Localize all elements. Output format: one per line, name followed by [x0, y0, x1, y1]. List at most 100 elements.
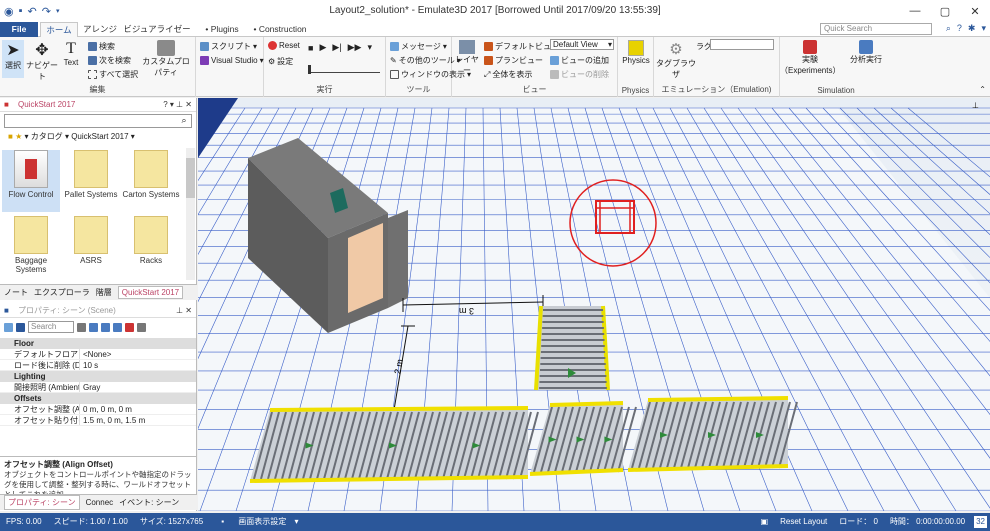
catalog-search-input[interactable]: ⌕ [4, 114, 192, 128]
text-button[interactable]: T Text [60, 40, 82, 67]
slider-thumb[interactable] [308, 65, 311, 74]
property-row[interactable]: デフォルトフロア (Default<None> [0, 349, 196, 360]
quick-search-input[interactable]: Quick Search [820, 23, 932, 35]
search-button[interactable]: 検索 [88, 41, 115, 52]
property-value[interactable]: 0 m, 0 m, 0 m [80, 404, 132, 414]
settings-icon[interactable]: ✱ [968, 23, 976, 34]
property-value[interactable]: <None> [80, 349, 111, 359]
catalog-item-carton-systems[interactable]: Carton Systems [122, 150, 180, 199]
property-row[interactable]: ロード後に削除 (Delete10 s [0, 360, 196, 371]
fast-forward-icon[interactable]: ▶▶ [348, 42, 362, 53]
settings-button[interactable]: ⚙ 設定 [268, 56, 293, 67]
horizontal-conveyors[interactable] [249, 396, 798, 483]
toolbar-icon-3[interactable] [101, 322, 110, 332]
property-value[interactable]: Gray [80, 382, 100, 392]
layer-button[interactable]: レイヤー [454, 40, 480, 76]
tab-file[interactable]: File [0, 22, 38, 37]
step-icon[interactable]: ▶| [332, 42, 341, 53]
default-view-button[interactable]: デフォルトビュー [484, 41, 559, 52]
catalog-item-baggage-systems[interactable]: Baggage Systems [2, 216, 60, 274]
tab-home[interactable]: ホーム [40, 22, 78, 37]
tab-hierarchy[interactable]: 階層 [96, 287, 112, 298]
reset-button[interactable]: Reset [268, 41, 300, 50]
tab-plugins[interactable]: • Plugins [200, 22, 244, 37]
physics-button[interactable]: Physics [620, 40, 652, 65]
ribbon-options-icon[interactable]: ▾ [981, 23, 986, 34]
visual-studio-button[interactable]: Visual Studio ▾ [200, 56, 264, 65]
layout-icon[interactable]: ▣ [755, 513, 775, 531]
pin-icon[interactable]: ? ▾ ⊥ ✕ [163, 98, 192, 112]
catalog-item-pallet-systems[interactable]: Pallet Systems [62, 150, 120, 199]
pin-icon[interactable]: ⊥ ✕ [176, 304, 192, 318]
search-icon[interactable]: ⌕ [177, 115, 191, 127]
distributed-run-button[interactable]: 分析実行 [842, 40, 890, 65]
minimize-icon[interactable]: — [900, 0, 930, 22]
catalog-label[interactable]: カタログ [31, 132, 63, 141]
experiments-button[interactable]: 実験（Experiments） [780, 40, 840, 76]
close-icon[interactable]: ✕ [960, 0, 990, 22]
message-button[interactable]: メッセージ ▾ [390, 41, 447, 52]
toolbar-icon-6[interactable] [137, 322, 146, 332]
delete-view-button[interactable]: ビューの削除 [550, 69, 609, 80]
other-tools-button[interactable]: ✎ その他のツール ▾ [390, 55, 461, 66]
toolbar-icon-5[interactable] [125, 322, 134, 332]
categorized-icon[interactable] [4, 322, 13, 332]
catalog-item-flow-control[interactable]: Flow Control [2, 150, 60, 212]
navigate-button[interactable]: ✥ ナビゲート [26, 40, 58, 82]
properties-search-input[interactable]: Search [28, 321, 74, 333]
property-row[interactable]: オフセット貼り付け (Paste1.5 m, 0 m, 1.5 m [0, 415, 196, 426]
tab-notes[interactable]: ノート [4, 287, 28, 298]
star-icon[interactable]: ★ [15, 132, 22, 141]
search-icon[interactable]: ⌕ [946, 23, 951, 34]
search-next-button[interactable]: 次を検索 [88, 55, 131, 66]
tab-arrange[interactable]: アレンジ [80, 22, 120, 37]
toolbar-icon-4[interactable] [113, 322, 122, 332]
run-dropdown-icon[interactable]: ▾ [367, 42, 372, 53]
view-select[interactable]: Default View ▾ [550, 39, 614, 50]
stop-icon[interactable]: ■ [308, 43, 313, 53]
tab-quickstart[interactable]: QuickStart 2017 [117, 286, 184, 299]
tab-construction[interactable]: • Construction [250, 22, 310, 37]
reset-layout-button[interactable]: Reset Layout [774, 513, 833, 531]
property-row[interactable]: 間接照明 (Ambient LigGray [0, 382, 196, 393]
custom-property-button[interactable]: カスタムプロパティ [140, 40, 192, 78]
script-button[interactable]: スクリプト ▾ [200, 41, 257, 52]
tab-connections[interactable]: Connec [86, 498, 114, 507]
catalog-item-racks[interactable]: Racks [122, 216, 180, 265]
property-value[interactable]: 10 s [80, 360, 98, 370]
ribbon-collapse-icon[interactable]: ⌃ [979, 85, 986, 94]
property-section[interactable]: Floor [0, 338, 196, 349]
toolbar-icon-1[interactable] [77, 322, 86, 332]
catalog-scrollbar[interactable] [186, 148, 195, 280]
sort-icon[interactable] [16, 322, 25, 332]
tab-properties[interactable]: プロパティ: シーン [4, 495, 80, 510]
scrollbar-thumb[interactable] [186, 158, 195, 198]
vertical-conveyor[interactable] [534, 305, 610, 391]
property-row[interactable]: オフセット調整 (Align O0 m, 0 m, 0 m [0, 404, 196, 415]
catalog-item-asrs[interactable]: ASRS [62, 216, 120, 265]
display-settings-button[interactable]: ▪ 画面表示設定 ▾ [209, 513, 304, 531]
toolbar-icon-2[interactable] [89, 322, 98, 332]
tag-browser-button[interactable]: ⚙ タグブラウザ [656, 40, 696, 80]
select-button[interactable]: ➤ 選択 [2, 40, 24, 78]
play-icon[interactable]: ▶ [319, 42, 326, 53]
tag-input[interactable] [710, 39, 774, 50]
scene-canvas[interactable]: 3 m 2 m ⊥ [198, 98, 990, 511]
speed-slider[interactable] [308, 65, 380, 74]
add-view-button[interactable]: ビューの追加 [550, 55, 609, 66]
help-icon[interactable]: ? [957, 23, 962, 34]
viewport-pin-icon[interactable]: ⊥ [972, 101, 979, 110]
maximize-icon[interactable]: ▢ [930, 0, 960, 22]
property-value[interactable]: 1.5 m, 0 m, 1.5 m [80, 415, 145, 425]
tab-explorer[interactable]: エクスプローラ [34, 287, 90, 298]
plan-view-button[interactable]: プランビュー [484, 55, 543, 66]
3d-viewport[interactable]: 3 m 2 m ⊥ [198, 98, 990, 511]
select-all-button[interactable]: すべて選択 [88, 69, 138, 80]
folder-icon[interactable]: ■ [8, 132, 13, 141]
property-section[interactable]: Offsets [0, 393, 196, 404]
property-section[interactable]: Lighting [0, 371, 196, 382]
catalog-name[interactable]: QuickStart 2017 [71, 132, 128, 141]
show-all-button[interactable]: ⤢ 全体を表示 [484, 69, 532, 80]
tab-visualization[interactable]: ビジュアライゼーション [122, 22, 192, 49]
tab-events[interactable]: イベント: シーン [119, 497, 179, 508]
